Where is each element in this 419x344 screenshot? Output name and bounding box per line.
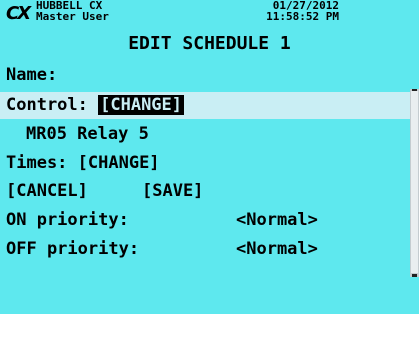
control-field: Control: [CHANGE]	[6, 92, 185, 119]
scrollbar[interactable]	[410, 89, 419, 277]
header-bar: CX HUBBELL CX Master User 01/27/2012 11:…	[0, 0, 419, 36]
relay-row: MR05 Relay 5	[0, 121, 410, 148]
relay-name: MR05 Relay 5	[26, 124, 149, 144]
off-priority-value[interactable]: <Normal>	[236, 236, 318, 263]
times-change-button[interactable]: [CHANGE]	[78, 153, 160, 173]
page-title: EDIT SCHEDULE 1	[128, 33, 291, 54]
scroll-thumb[interactable]	[411, 91, 418, 273]
times-label: Times:	[6, 153, 78, 173]
control-row[interactable]: Control: [CHANGE]	[0, 92, 410, 119]
name-label: Name:	[6, 65, 58, 85]
action-row: [CANCEL] [SAVE]	[0, 178, 410, 205]
current-user: Master User	[36, 10, 109, 23]
control-label: Control:	[6, 95, 99, 115]
times-field: Times: [CHANGE]	[6, 150, 160, 177]
control-change-button[interactable]: [CHANGE]	[98, 95, 185, 115]
name-row[interactable]: Name:	[0, 62, 410, 89]
time-display: 11:58:52 PM	[266, 10, 339, 23]
lcd-screen: CX HUBBELL CX Master User 01/27/2012 11:…	[0, 0, 419, 314]
cancel-button[interactable]: [CANCEL]	[6, 178, 88, 205]
on-priority-value[interactable]: <Normal>	[236, 207, 318, 234]
times-row[interactable]: Times: [CHANGE]	[0, 150, 410, 177]
save-button[interactable]: [SAVE]	[142, 178, 203, 205]
scroll-down-arrow-icon[interactable]	[412, 274, 417, 277]
on-priority-row[interactable]: ON priority: <Normal>	[0, 207, 410, 234]
logo: CX	[6, 3, 31, 24]
on-priority-label: ON priority:	[6, 210, 129, 230]
off-priority-row[interactable]: OFF priority: <Normal>	[0, 236, 410, 263]
off-priority-label: OFF priority:	[6, 239, 140, 259]
